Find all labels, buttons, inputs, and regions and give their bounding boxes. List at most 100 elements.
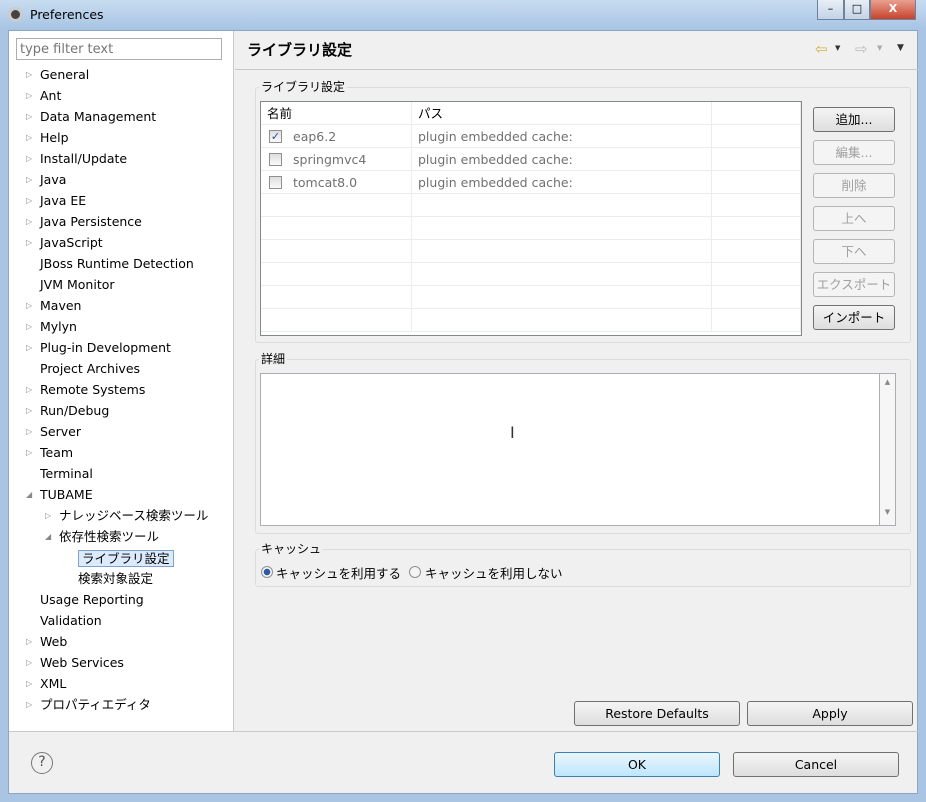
details-scrollbar[interactable]: ▲ ▼: [879, 373, 896, 526]
tree-item[interactable]: Ant: [40, 86, 61, 106]
delete-button[interactable]: 削除: [813, 173, 895, 198]
collapse-arrow-icon[interactable]: ◢: [26, 485, 32, 505]
tree-item[interactable]: Run/Debug: [40, 401, 109, 421]
scroll-down-icon[interactable]: ▼: [880, 508, 895, 516]
cache-use-label[interactable]: キャッシュを利用する: [276, 563, 401, 582]
tree-item[interactable]: プロパティエディタ: [40, 695, 151, 715]
table-row[interactable]: [261, 240, 801, 263]
expand-arrow-icon[interactable]: ▷: [26, 128, 32, 148]
close-button[interactable]: X: [870, 0, 916, 20]
tree-item[interactable]: Web: [40, 632, 67, 652]
forward-history-dropdown-icon[interactable]: ▼: [877, 44, 882, 52]
cache-no-use-radio[interactable]: [409, 566, 421, 578]
table-row[interactable]: springmvc4 plugin embedded cache:: [261, 148, 801, 171]
expand-arrow-icon[interactable]: ▷: [26, 191, 32, 211]
expand-arrow-icon[interactable]: ▷: [26, 422, 32, 442]
expand-arrow-icon[interactable]: ▷: [26, 296, 32, 316]
help-icon[interactable]: ?: [31, 752, 53, 774]
expand-arrow-icon[interactable]: ▷: [26, 443, 32, 463]
forward-arrow-icon[interactable]: ⇨: [855, 40, 868, 58]
tree-item[interactable]: Data Management: [40, 107, 156, 127]
back-history-dropdown-icon[interactable]: ▼: [835, 44, 840, 52]
restore-defaults-button[interactable]: Restore Defaults: [574, 701, 740, 726]
apply-button[interactable]: Apply: [747, 701, 913, 726]
enable-checkbox[interactable]: ✓: [269, 130, 282, 143]
tree-item[interactable]: Plug-in Development: [40, 338, 171, 358]
expand-arrow-icon[interactable]: ▷: [26, 233, 32, 253]
expand-arrow-icon[interactable]: ▷: [26, 401, 32, 421]
export-button[interactable]: エクスポート: [813, 272, 895, 297]
table-row[interactable]: [261, 263, 801, 286]
expand-arrow-icon[interactable]: ▷: [45, 506, 51, 526]
ok-button[interactable]: OK: [554, 752, 720, 777]
tree-item[interactable]: Java: [40, 170, 66, 190]
expand-arrow-icon[interactable]: ▷: [26, 380, 32, 400]
tree-item[interactable]: Validation: [40, 611, 102, 631]
scroll-up-icon[interactable]: ▲: [880, 378, 895, 386]
tree-item[interactable]: XML: [40, 674, 66, 694]
extra-cell: [712, 309, 801, 332]
enable-checkbox[interactable]: [269, 153, 282, 166]
tree-item[interactable]: Server: [40, 422, 81, 442]
expand-arrow-icon[interactable]: ▷: [26, 170, 32, 190]
tree-item[interactable]: Install/Update: [40, 149, 127, 169]
tree-item[interactable]: Remote Systems: [40, 380, 145, 400]
expand-arrow-icon[interactable]: ▷: [26, 86, 32, 106]
expand-arrow-icon[interactable]: ▷: [26, 107, 32, 127]
table-row[interactable]: [261, 309, 801, 332]
cache-use-radio[interactable]: [261, 566, 273, 578]
tree-item[interactable]: Terminal: [40, 464, 93, 484]
edit-button[interactable]: 編集...: [813, 140, 895, 165]
table-row[interactable]: [261, 194, 801, 217]
cancel-button[interactable]: Cancel: [733, 752, 899, 777]
tree-item[interactable]: Project Archives: [40, 359, 140, 379]
tree-item[interactable]: TUBAME: [40, 485, 93, 505]
expand-arrow-icon[interactable]: ▷: [26, 149, 32, 169]
import-button[interactable]: インポート: [813, 305, 895, 330]
back-arrow-icon[interactable]: ⇦: [815, 40, 828, 58]
tree-item[interactable]: 検索対象設定: [78, 569, 153, 589]
tree-item[interactable]: ナレッジベース検索ツール: [59, 506, 208, 526]
tree-item[interactable]: Team: [40, 443, 73, 463]
tree-item-label: JBoss Runtime Detection: [40, 256, 194, 271]
move-up-button[interactable]: 上へ: [813, 206, 895, 231]
tree-item[interactable]: General: [40, 65, 89, 85]
add-button[interactable]: 追加...: [813, 107, 895, 132]
table-row[interactable]: [261, 217, 801, 240]
tree-item[interactable]: JBoss Runtime Detection: [40, 254, 194, 274]
tree-item[interactable]: 依存性検索ツール: [59, 527, 159, 547]
table-row[interactable]: [261, 286, 801, 309]
tree-item[interactable]: JVM Monitor: [40, 275, 115, 295]
tree-item[interactable]: Web Services: [40, 653, 124, 673]
expand-arrow-icon[interactable]: ▷: [26, 338, 32, 358]
tree-item[interactable]: ライブラリ設定: [78, 548, 174, 568]
tree-item[interactable]: Help: [40, 128, 69, 148]
tree-item[interactable]: Java Persistence: [40, 212, 142, 232]
filter-input[interactable]: [16, 38, 222, 60]
tree-item[interactable]: Maven: [40, 296, 81, 316]
tree-item[interactable]: JavaScript: [40, 233, 103, 253]
expand-arrow-icon[interactable]: ▷: [26, 317, 32, 337]
expand-arrow-icon[interactable]: ▷: [26, 65, 32, 85]
expand-arrow-icon[interactable]: ▷: [26, 674, 32, 694]
details-textarea[interactable]: [260, 373, 895, 526]
enable-checkbox[interactable]: [269, 176, 282, 189]
tree-item[interactable]: Usage Reporting: [40, 590, 144, 610]
move-down-button[interactable]: 下へ: [813, 239, 895, 264]
tree-item[interactable]: Java EE: [40, 191, 86, 211]
view-menu-icon[interactable]: ▼: [897, 43, 904, 53]
column-header-name[interactable]: 名前: [261, 102, 412, 125]
column-header-extra[interactable]: [712, 102, 801, 125]
expand-arrow-icon[interactable]: ▷: [26, 212, 32, 232]
maximize-button[interactable]: □: [844, 0, 870, 20]
column-header-path[interactable]: パス: [412, 102, 712, 125]
expand-arrow-icon[interactable]: ▷: [26, 695, 32, 715]
table-row[interactable]: ✓ eap6.2 plugin embedded cache:: [261, 125, 801, 148]
collapse-arrow-icon[interactable]: ◢: [45, 527, 51, 547]
expand-arrow-icon[interactable]: ▷: [26, 653, 32, 673]
table-row[interactable]: tomcat8.0 plugin embedded cache:: [261, 171, 801, 194]
expand-arrow-icon[interactable]: ▷: [26, 632, 32, 652]
tree-item[interactable]: Mylyn: [40, 317, 77, 337]
cache-no-use-label[interactable]: キャッシュを利用しない: [425, 563, 563, 582]
minimize-button[interactable]: –: [817, 0, 844, 20]
